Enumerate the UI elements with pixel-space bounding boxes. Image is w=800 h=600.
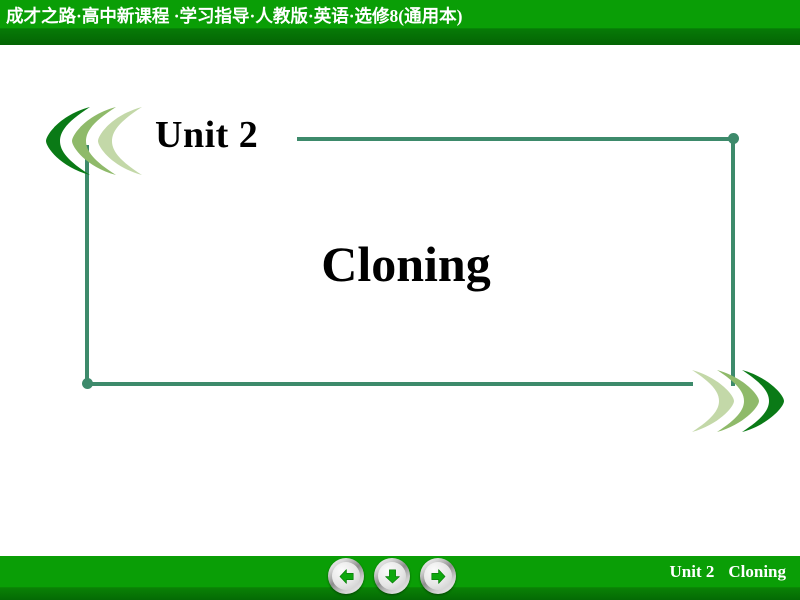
crescent-icon-dark xyxy=(46,107,90,175)
arrow-down-icon xyxy=(384,568,400,583)
previous-button-face xyxy=(332,562,360,590)
previous-slide-button[interactable] xyxy=(328,558,364,594)
next-section-button-face xyxy=(378,562,406,590)
decoration-chevrons-right xyxy=(688,368,790,438)
unit-number-heading: Unit 2 xyxy=(155,114,259,156)
slide-main-title: Cloning xyxy=(321,236,491,292)
footer-title-label: Cloning xyxy=(728,562,786,581)
footer-unit-label: Unit 2 xyxy=(669,562,715,581)
slide-content-area: Unit 2 Cloning xyxy=(0,45,800,548)
frame-corner-dot-bottomleft xyxy=(82,378,93,389)
header-title: 成才之路·高中新课程 ·学习指导·人教版·英语·选修8(通用本) xyxy=(6,6,463,26)
arrow-right-icon xyxy=(430,568,445,584)
footer-navigation xyxy=(328,556,458,596)
next-slide-button[interactable] xyxy=(420,558,456,594)
decoration-chevrons-left xyxy=(38,105,148,180)
arrow-left-icon xyxy=(339,568,354,584)
crescent-icon-dark xyxy=(742,370,784,432)
frame-line-top xyxy=(297,137,735,141)
header-banner: 成才之路·高中新课程 ·学习指导·人教版·英语·选修8(通用本) xyxy=(0,0,800,45)
next-section-button[interactable] xyxy=(374,558,410,594)
frame-corner-dot-topright xyxy=(728,133,739,144)
frame-line-bottom xyxy=(85,382,693,386)
next-button-face xyxy=(424,562,452,590)
footer-caption: Unit 2 Cloning xyxy=(669,562,786,582)
